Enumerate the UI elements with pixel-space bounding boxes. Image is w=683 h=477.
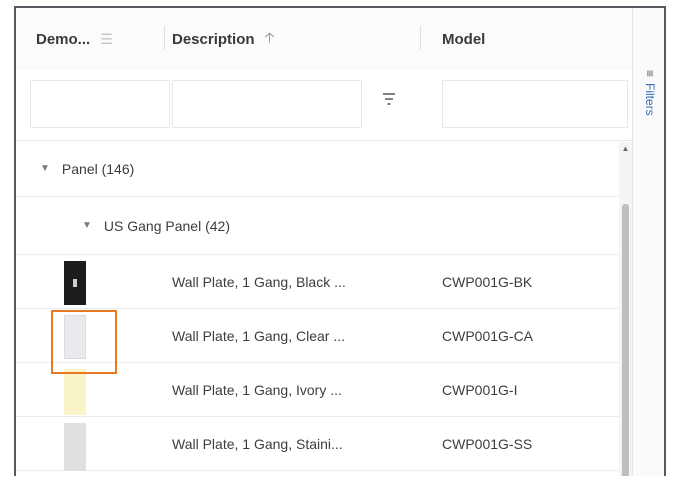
grid-header: Demo... ☰ Description 🡡 Model: [16, 8, 632, 71]
scroll-up-arrow-icon[interactable]: ▲: [619, 144, 632, 153]
column-separator[interactable]: [164, 26, 165, 50]
column-header-model[interactable]: Model: [442, 8, 622, 70]
column-header-demo[interactable]: Demo... ☰: [36, 8, 156, 70]
group-label: Panel (146): [61, 160, 135, 177]
vertical-scrollbar[interactable]: ▲: [619, 142, 632, 476]
demo-filter-input[interactable]: [30, 80, 170, 128]
model-cell: CWP001G-I: [442, 381, 518, 398]
model-cell: CWP001G-BK: [442, 273, 533, 290]
highlight-box: [51, 310, 117, 374]
ivory-wall-plate-thumbnail: [64, 369, 86, 415]
black-wall-plate-thumbnail: [64, 261, 86, 305]
data-grid: Demo... ☰ Description 🡡 Model ▼ Panel (1…: [14, 6, 666, 476]
side-panel: ≡ Filters: [632, 8, 664, 476]
filter-funnel-icon[interactable]: [382, 92, 396, 112]
description-cell: Wall Plate, 1 Gang, Clear ...: [172, 327, 345, 344]
group-label: US Gang Panel (42): [103, 217, 230, 234]
filter-icon: ≡: [643, 70, 657, 78]
model-cell: CWP001G-CA: [442, 327, 534, 344]
table-row[interactable]: Wall Plate, 1 Gang, Staini... CWP001G-SS: [16, 417, 620, 471]
column-header-model-label: Model: [442, 30, 486, 48]
description-cell: Wall Plate, 1 Gang, Black ...: [172, 273, 346, 290]
scrollbar-thumb[interactable]: [622, 204, 629, 476]
column-header-description-label: Description: [172, 30, 255, 48]
model-filter-input[interactable]: [442, 80, 628, 128]
group-row-panel[interactable]: ▼ Panel (146): [16, 141, 620, 197]
sort-ascending-icon: 🡡: [264, 29, 275, 45]
chevron-down-icon[interactable]: ▼: [82, 220, 92, 231]
column-separator[interactable]: [420, 26, 421, 50]
description-cell: Wall Plate, 1 Gang, Ivory ...: [172, 381, 342, 398]
chevron-down-icon[interactable]: ▼: [40, 163, 50, 174]
description-filter-input[interactable]: [172, 80, 362, 128]
model-cell: CWP001G-SS: [442, 435, 533, 452]
column-header-description[interactable]: Description 🡡: [172, 8, 422, 70]
group-row-us-gang-panel[interactable]: ▼ US Gang Panel (42): [16, 197, 620, 255]
filter-row: [16, 70, 632, 141]
filters-tab-label: Filters: [643, 83, 657, 116]
column-menu-icon[interactable]: ☰: [100, 31, 113, 48]
table-row[interactable]: Wall Plate, 1 Gang, Black ... CWP001G-BK: [16, 255, 620, 309]
filters-tab[interactable]: ≡ Filters: [641, 70, 659, 116]
stainless-wall-plate-thumbnail: [64, 423, 86, 471]
description-cell: Wall Plate, 1 Gang, Staini...: [172, 435, 343, 452]
column-header-demo-label: Demo...: [36, 30, 91, 48]
